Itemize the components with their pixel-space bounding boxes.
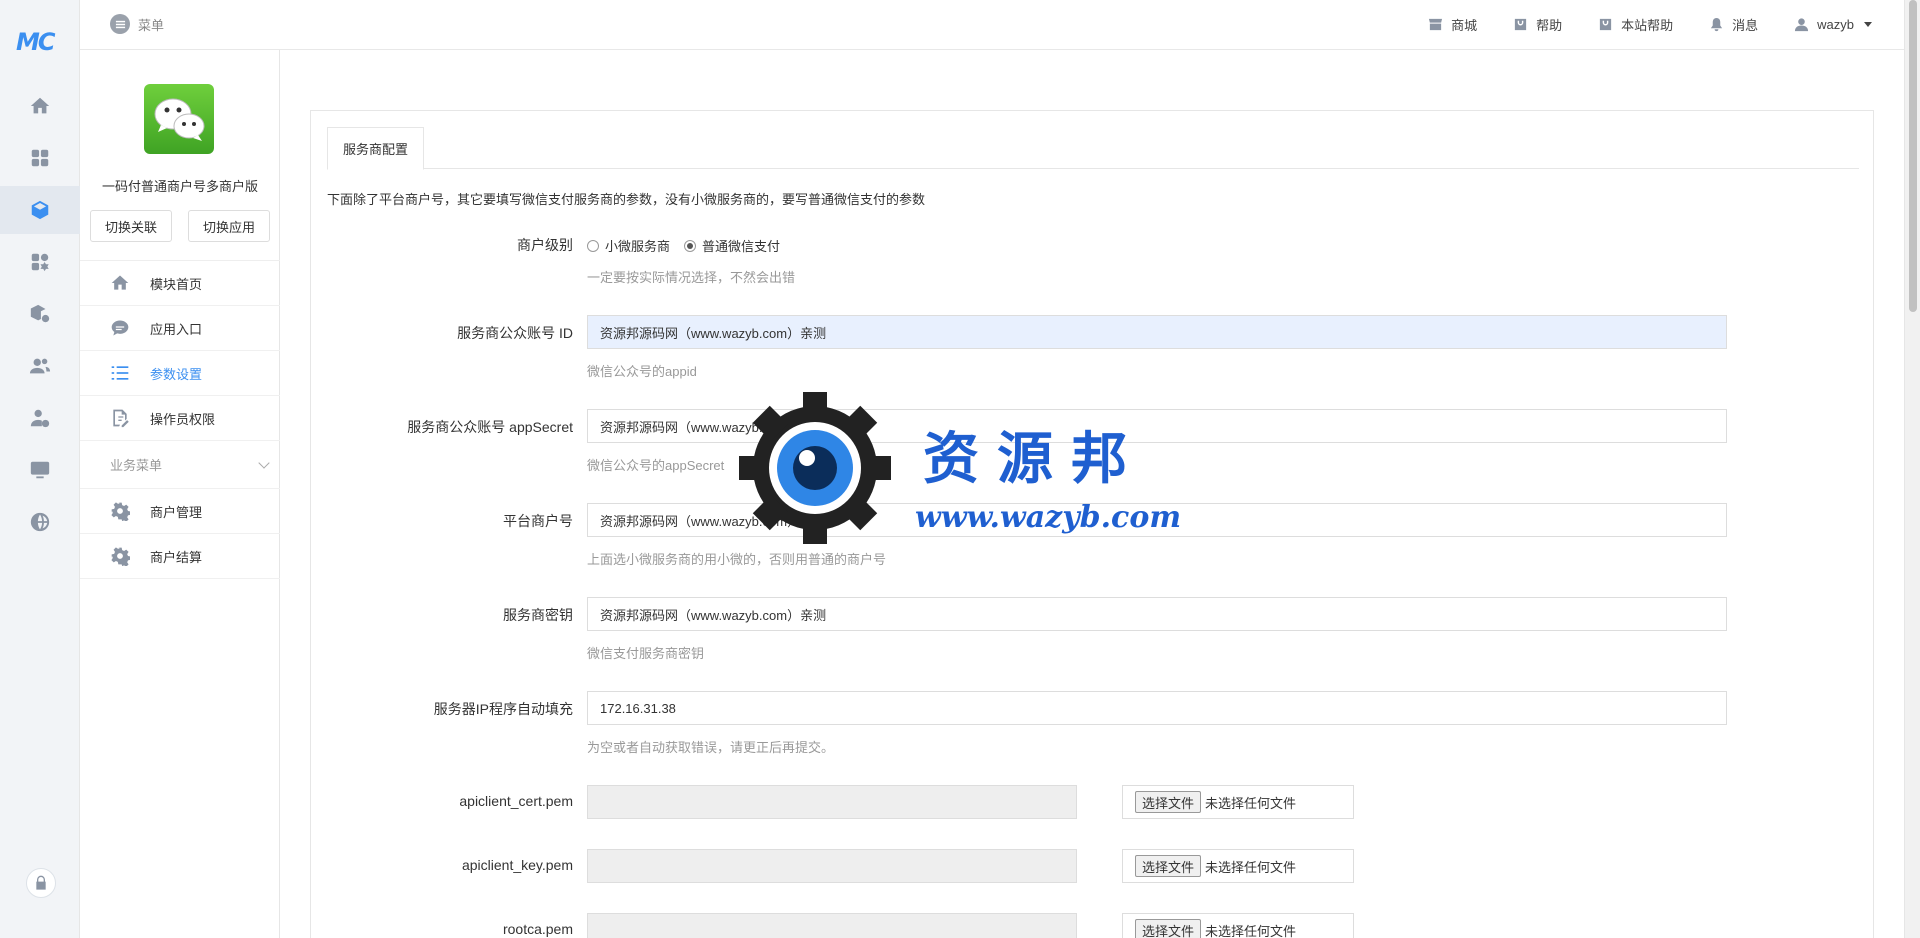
nav-messages[interactable]: 消息 (1709, 15, 1758, 34)
tab-bar: 服务商配置 (327, 127, 1859, 170)
rail-globe-icon[interactable] (0, 498, 80, 546)
module-sidebar: 一码付普通商户号多商户版 切换关联 切换应用 模块首页 应用入口 参数设置 操作… (80, 50, 280, 938)
radio-normal-wechat-pay[interactable]: 普通微信支付 (684, 236, 780, 255)
server-ip-input[interactable]: 172.16.31.38 (587, 691, 1727, 725)
gear-icon (111, 547, 130, 566)
rail-user-settings-icon[interactable] (0, 394, 80, 442)
rail-store-settings-icon[interactable] (0, 290, 80, 338)
merchant-level-hint: 一定要按实际情况选择，不然会出错 (587, 270, 796, 285)
caret-down-icon (1864, 22, 1872, 27)
store-icon (1429, 18, 1443, 31)
rail-module-cube-icon[interactable] (0, 186, 80, 234)
appsecret-input[interactable]: 资源邦源码网（www.wazyb.com）亲测 (587, 409, 1727, 443)
chat-bubble-icon (111, 320, 129, 336)
intro-text: 下面除了平台商户号，其它要填写微信支付服务商的参数，没有小微服务商的，要写普通微… (327, 192, 926, 207)
provider-key-label: 服务商密钥 (503, 607, 573, 623)
rootca-content-input[interactable] (587, 913, 1077, 938)
switch-app-button[interactable]: 切换应用 (188, 210, 270, 242)
menu-label: 菜单 (138, 17, 165, 33)
rootca-label: rootca.pem (502, 921, 573, 937)
nav-help[interactable]: 帮助 (1513, 15, 1562, 34)
merchant-level-label: 商户级别 (517, 237, 573, 253)
nav-merchant-manage[interactable]: 商户管理 (80, 489, 280, 534)
module-nav: 模块首页 应用入口 参数设置 操作员权限 业务菜单 商户管理 商户结算 (80, 260, 280, 579)
cert-choose-file-button[interactable]: 选择文件 (1135, 791, 1202, 813)
menu-toggle[interactable]: 菜单 (110, 14, 164, 34)
wechat-logo (144, 84, 214, 154)
site-help-icon (1599, 18, 1612, 31)
app-logo[interactable]: MC (16, 28, 55, 56)
config-panel: 服务商配置 下面除了平台商户号，其它要填写微信支付服务商的参数，没有小微服务商的… (310, 110, 1874, 938)
appid-hint: 微信公众号的appid (587, 364, 697, 379)
rail-home-icon[interactable] (0, 82, 80, 130)
nav-param-settings[interactable]: 参数设置 (80, 351, 280, 396)
nav-operator-perms[interactable]: 操作员权限 (80, 396, 280, 441)
nav-merchant-settlement[interactable]: 商户结算 (80, 534, 280, 579)
cert-file-picker: 选择文件 未选择任何文件 (1122, 785, 1354, 819)
lock-icon[interactable] (26, 868, 56, 898)
nav-module-home[interactable]: 模块首页 (80, 261, 280, 306)
cert-content-input[interactable] (587, 785, 1077, 819)
rail-plugins-icon[interactable] (0, 238, 80, 286)
radio-dot (587, 239, 599, 252)
vertical-scrollbar[interactable] (1904, 0, 1920, 938)
platform-mchid-input[interactable]: 资源邦源码网（www.wazyb.com）亲测 (587, 503, 1727, 537)
rootca-choose-file-button[interactable]: 选择文件 (1135, 919, 1202, 938)
rail-users-icon[interactable] (0, 342, 80, 390)
rail-apps-grid-icon[interactable] (0, 134, 80, 182)
key-file-status: 未选择任何文件 (1205, 859, 1297, 875)
nav-site-help[interactable]: 本站帮助 (1598, 15, 1673, 34)
appid-label: 服务商公众账号 ID (457, 325, 573, 341)
cert-label: apiclient_cert.pem (459, 793, 573, 809)
username: wazyb (1817, 17, 1854, 32)
scrollbar-thumb[interactable] (1909, 0, 1917, 312)
module-name: 一码付普通商户号多商户版 (101, 179, 258, 194)
appid-input[interactable]: 资源邦源码网（www.wazyb.com）亲测 (587, 315, 1727, 349)
provider-key-input[interactable]: 资源邦源码网（www.wazyb.com）亲测 (587, 597, 1727, 631)
server-ip-label: 服务器IP程序自动填充 (433, 701, 573, 717)
rootca-file-picker: 选择文件 未选择任何文件 (1122, 913, 1354, 938)
top-bar: 菜单 商城 帮助 本站帮助 消息 wazyb (80, 0, 1904, 50)
list-icon (111, 366, 129, 380)
platform-mchid-label: 平台商户号 (503, 513, 573, 529)
home-icon (111, 275, 129, 290)
rootca-file-status: 未选择任何文件 (1205, 923, 1297, 938)
server-ip-hint: 为空或者自动获取错误，请更正后再提交。 (587, 740, 835, 755)
key-label: apiclient_key.pem (461, 857, 573, 873)
switch-link-button[interactable]: 切换关联 (90, 210, 172, 242)
edit-doc-icon (113, 409, 129, 428)
nav-app-entry[interactable]: 应用入口 (80, 306, 280, 351)
tab-provider-config[interactable]: 服务商配置 (327, 127, 425, 170)
business-menu-group[interactable]: 业务菜单 (80, 441, 280, 489)
cert-file-status: 未选择任何文件 (1205, 795, 1297, 811)
user-icon (1795, 18, 1809, 32)
platform-mchid-hint: 上面选小微服务商的用小微的，否则用普通的商户号 (587, 552, 887, 567)
top-nav: 商城 帮助 本站帮助 消息 wazyb (1428, 15, 1872, 34)
key-file-picker: 选择文件 未选择任何文件 (1122, 849, 1354, 883)
nav-store[interactable]: 商城 (1428, 15, 1477, 34)
appsecret-label: 服务商公众账号 appSecret (407, 419, 573, 435)
user-menu[interactable]: wazyb (1794, 17, 1872, 32)
rail-monitor-icon[interactable] (0, 446, 80, 494)
appsecret-hint: 微信公众号的appSecret (587, 458, 725, 473)
menu-list-icon (110, 14, 130, 34)
key-choose-file-button[interactable]: 选择文件 (1135, 855, 1202, 877)
provider-key-hint: 微信支付服务商密钥 (587, 646, 705, 661)
chevron-down-icon (258, 456, 270, 469)
help-bag-icon (1514, 18, 1527, 31)
key-content-input[interactable] (587, 849, 1077, 883)
icon-rail: MC (0, 0, 80, 938)
merchant-level-radios: 小微服务商 普通微信支付 (587, 236, 780, 255)
radio-micro-provider[interactable]: 小微服务商 (587, 236, 670, 255)
radio-dot-selected (684, 239, 697, 252)
bell-icon (1711, 17, 1723, 32)
gear-icon (111, 502, 130, 521)
